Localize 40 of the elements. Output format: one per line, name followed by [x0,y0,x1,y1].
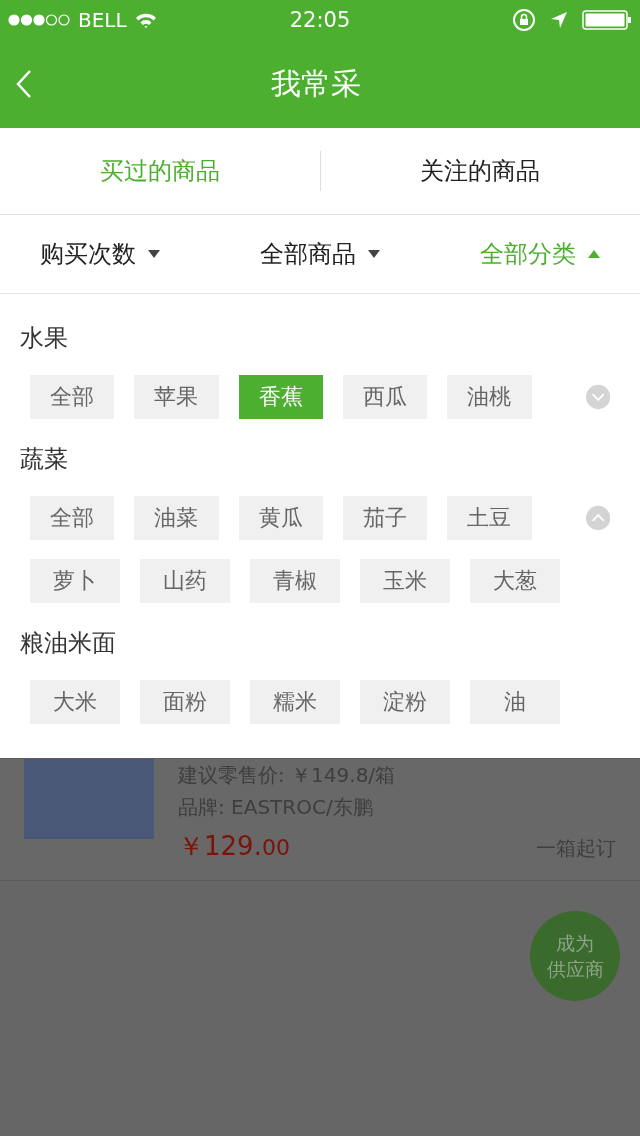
category-title: 粮油米面 [19,628,117,659]
category-chip[interactable]: 青椒 [250,559,340,603]
battery-icon [582,10,632,30]
product-price: ￥129.00 [178,830,290,863]
category-chip[interactable]: 淀粉 [360,680,450,724]
location-icon [550,11,568,29]
category-chip[interactable]: 茄子 [343,496,428,540]
category-title: 水果 [19,323,69,354]
category-title: 蔬菜 [19,444,69,475]
category-chip[interactable]: 香蕉 [238,375,323,419]
tab[interactable]: 关注的商品 [320,155,640,187]
wifi-icon [134,11,157,29]
category-chip[interactable]: 西瓜 [343,375,428,419]
category-chip[interactable]: 玉米 [360,559,450,603]
category-chip[interactable]: 山药 [140,559,230,603]
category-chip[interactable]: 黄瓜 [238,496,323,540]
page-title: 我常采 [270,64,362,103]
filter-dropdown[interactable]: 全部分类 [480,238,600,270]
chevron-down-icon[interactable] [585,384,610,410]
category-chip[interactable]: 萝卜 [30,559,120,603]
category-chip[interactable]: 油桃 [447,375,532,419]
category-chip[interactable]: 面粉 [140,680,230,724]
category-chip[interactable]: 全部 [30,496,115,540]
rotation-lock-icon [512,8,536,32]
tab[interactable]: 买过的商品 [0,155,320,187]
category-chip[interactable]: 土豆 [447,496,532,540]
filter-dropdown[interactable]: 全部商品 [260,238,380,270]
filter-dropdown[interactable]: 购买次数 [40,238,160,270]
category-chip[interactable]: 油 [470,680,560,724]
carrier-name: BELL [78,8,127,32]
category-chip[interactable]: 大米 [30,680,120,724]
back-icon[interactable] [16,69,32,99]
category-chip[interactable]: 糯米 [250,680,340,724]
status-time: 22:05 [289,8,351,32]
signal-icon [8,14,70,26]
chevron-up-icon[interactable] [585,505,610,531]
category-chip[interactable]: 大葱 [470,559,560,603]
category-chip[interactable]: 油菜 [134,496,219,540]
category-chip[interactable]: 全部 [30,375,115,419]
category-chip[interactable]: 苹果 [134,375,219,419]
